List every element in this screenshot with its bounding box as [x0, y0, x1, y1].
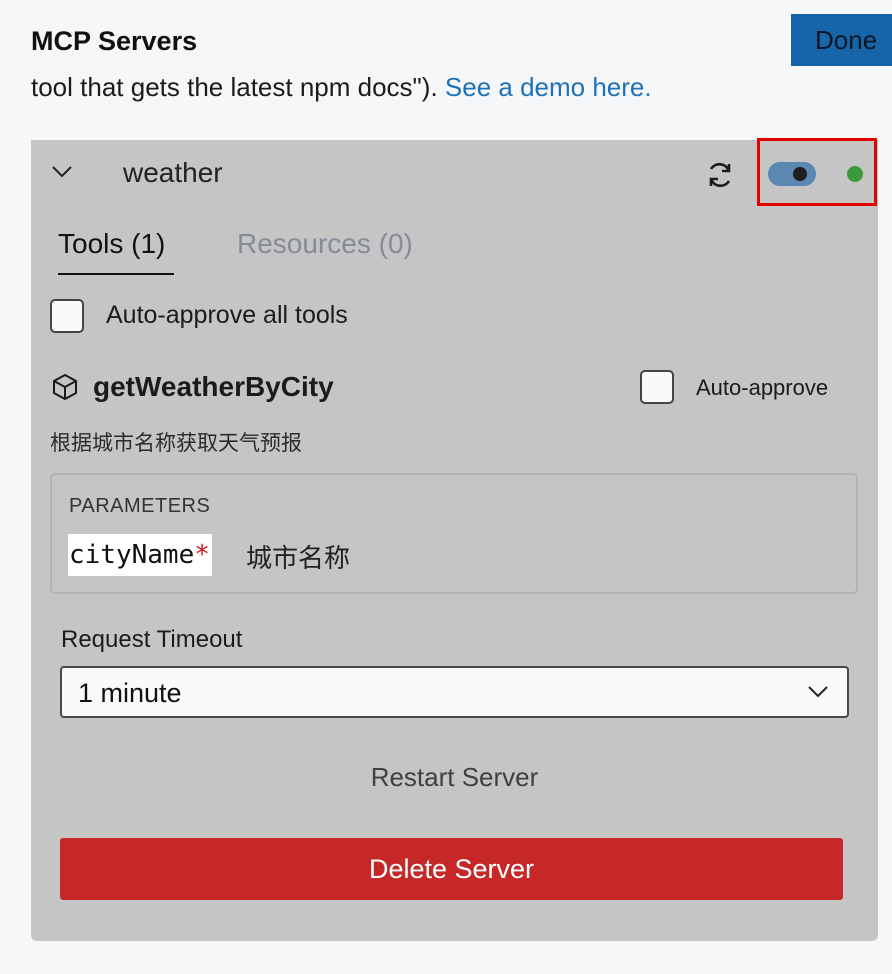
parameters-box: PARAMETERS cityName* 城市名称 [50, 473, 858, 594]
timeout-label: Request Timeout [61, 626, 243, 653]
demo-link[interactable]: See a demo here. [445, 72, 652, 102]
tool-name: getWeatherByCity [93, 371, 334, 402]
chevron-down-icon [808, 686, 828, 698]
timeout-select[interactable]: 1 minute [60, 666, 849, 718]
tab-tools[interactable]: Tools (1) [58, 228, 165, 260]
tab-tools-underline [58, 273, 174, 275]
intro-text: tool that gets the latest npm docs"). Se… [31, 72, 652, 103]
refresh-icon[interactable] [705, 160, 735, 190]
server-card: weather Tools (1) Resources (0) Auto-app… [31, 138, 878, 941]
chevron-down-icon[interactable] [51, 164, 73, 180]
parameter-name: cityName* [68, 534, 212, 576]
server-name: weather [123, 157, 223, 188]
timeout-value: 1 minute [78, 678, 182, 708]
required-mark: * [194, 540, 210, 570]
tab-resources[interactable]: Resources (0) [237, 228, 413, 260]
status-dot [847, 166, 863, 182]
delete-server-button[interactable]: Delete Server [60, 838, 843, 900]
server-enable-toggle[interactable] [768, 162, 816, 186]
intro-description: tool that gets the latest npm docs"). [31, 72, 438, 102]
cube-icon [53, 373, 77, 401]
auto-approve-all-checkbox[interactable] [50, 299, 84, 333]
restart-server-button[interactable]: Restart Server [60, 752, 849, 802]
tool-auto-approve-label: Auto-approve [696, 375, 829, 400]
parameter-name-text: cityName [69, 540, 195, 570]
auto-approve-all-label: Auto-approve all tools [106, 301, 348, 329]
parameters-title: PARAMETERS [69, 495, 211, 517]
page-title: MCP Servers [31, 26, 198, 56]
tool-description: 根据城市名称获取天气预报 [50, 432, 302, 455]
toggle-knob [793, 167, 807, 181]
tool-auto-approve-checkbox[interactable] [640, 370, 674, 404]
done-button[interactable]: Done [791, 14, 892, 66]
parameter-description: 城市名称 [246, 543, 351, 573]
